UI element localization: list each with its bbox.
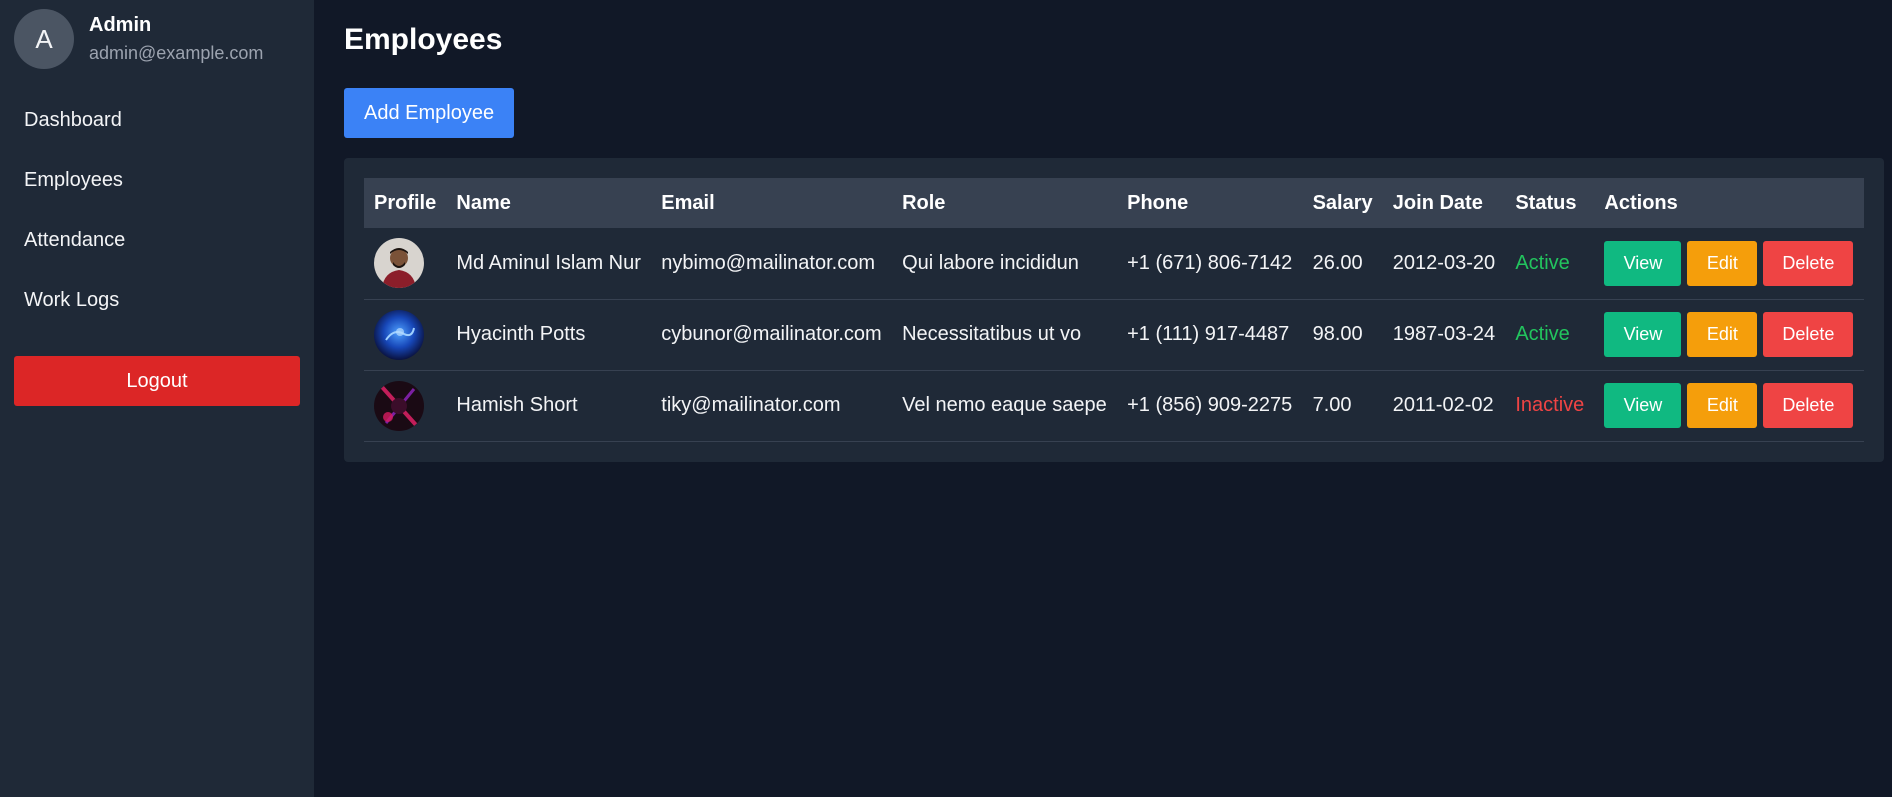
delete-button[interactable]: Delete: [1763, 383, 1854, 428]
employee-phone: +1 (111) 917-4487: [1117, 299, 1303, 371]
delete-button[interactable]: Delete: [1763, 240, 1854, 286]
employee-status: Active: [1505, 299, 1595, 371]
employee-phone: +1 (671) 806-7142: [1117, 228, 1303, 300]
profile-cell: [364, 370, 447, 442]
header-status: Status: [1515, 191, 1577, 214]
employee-name: Md Aminul Islam Nur: [446, 228, 652, 300]
employee-email: nybimo@mailinator.com: [651, 228, 893, 300]
header-phone: Phone: [1127, 191, 1189, 214]
user-name: Admin: [89, 14, 152, 36]
profile-photo: [374, 380, 424, 431]
employee-join-date: 2012-03-20: [1382, 228, 1506, 300]
employee-role: Necessitatibus ut vo: [892, 299, 1118, 371]
page-title: Employees: [344, 23, 503, 56]
profile-photo: [374, 238, 424, 289]
user-profile: A Admin admin@example.com: [14, 0, 300, 78]
profile-photo: [374, 309, 424, 360]
header-salary: Salary: [1312, 191, 1373, 214]
employee-status: Active: [1505, 228, 1595, 300]
employee-name: Hamish Short: [446, 370, 652, 442]
add-employee-button[interactable]: Add Employee: [344, 88, 515, 138]
avatar: A: [14, 9, 74, 69]
view-button[interactable]: View: [1604, 312, 1682, 357]
employee-salary: 98.00: [1302, 299, 1383, 371]
table-row: Hyacinth Potts cybunor@mailinator.com Ne…: [364, 299, 1864, 371]
user-info: Admin admin@example.com: [89, 14, 263, 64]
logout-button[interactable]: Logout: [14, 356, 300, 406]
header-actions: Actions: [1604, 191, 1678, 214]
employee-salary: 26.00: [1302, 228, 1383, 300]
sidebar-item-employees[interactable]: Employees: [14, 150, 300, 210]
header-name: Name: [456, 191, 511, 214]
table-header-row: Profile Name Email Role Phone Salary Joi…: [364, 178, 1864, 228]
edit-button[interactable]: Edit: [1687, 383, 1758, 428]
actions-cell: View Edit Delete: [1594, 370, 1864, 442]
table-row: Hamish Short tiky@mailinator.com Vel nem…: [364, 370, 1864, 442]
sidebar-nav: Dashboard Employees Attendance Work Logs: [14, 90, 300, 330]
profile-cell: [364, 299, 447, 371]
header-join-date: Join Date: [1392, 191, 1483, 214]
sidebar-item-attendance[interactable]: Attendance: [14, 210, 300, 270]
view-button[interactable]: View: [1604, 383, 1682, 428]
delete-button[interactable]: Delete: [1763, 312, 1854, 357]
employee-email: tiky@mailinator.com: [651, 370, 893, 442]
employee-salary: 7.00: [1302, 370, 1383, 442]
edit-button[interactable]: Edit: [1687, 312, 1758, 357]
main-content: Employees Add Employee Profile Name Emai…: [314, 0, 1892, 797]
employees-table-card: Profile Name Email Role Phone Salary Joi…: [344, 158, 1884, 462]
profile-cell: [364, 228, 447, 300]
employee-email: cybunor@mailinator.com: [651, 299, 893, 371]
employee-phone: +1 (856) 909-2275: [1117, 370, 1303, 442]
employee-name: Hyacinth Potts: [446, 299, 652, 371]
employee-join-date: 2011-02-02: [1382, 370, 1506, 442]
sidebar-item-dashboard[interactable]: Dashboard: [14, 90, 300, 150]
employee-role: Qui labore incididun: [892, 228, 1118, 300]
employee-join-date: 1987-03-24: [1382, 299, 1506, 371]
actions-cell: View Edit Delete: [1594, 228, 1864, 300]
header-profile: Profile: [374, 191, 437, 214]
employee-role: Vel nemo eaque saepe: [892, 370, 1118, 442]
sidebar-item-work-logs[interactable]: Work Logs: [14, 270, 300, 330]
view-button[interactable]: View: [1604, 240, 1682, 286]
header-email: Email: [661, 191, 715, 214]
header-role: Role: [902, 191, 946, 214]
table-row: Md Aminul Islam Nur nybimo@mailinator.co…: [364, 228, 1864, 300]
user-email: admin@example.com: [89, 43, 264, 63]
sidebar: A Admin admin@example.com Dashboard Empl…: [0, 0, 314, 797]
edit-button[interactable]: Edit: [1687, 240, 1758, 286]
employee-status: Inactive: [1505, 370, 1595, 442]
employees-table: Profile Name Email Role Phone Salary Joi…: [364, 178, 1864, 442]
actions-cell: View Edit Delete: [1594, 299, 1864, 371]
